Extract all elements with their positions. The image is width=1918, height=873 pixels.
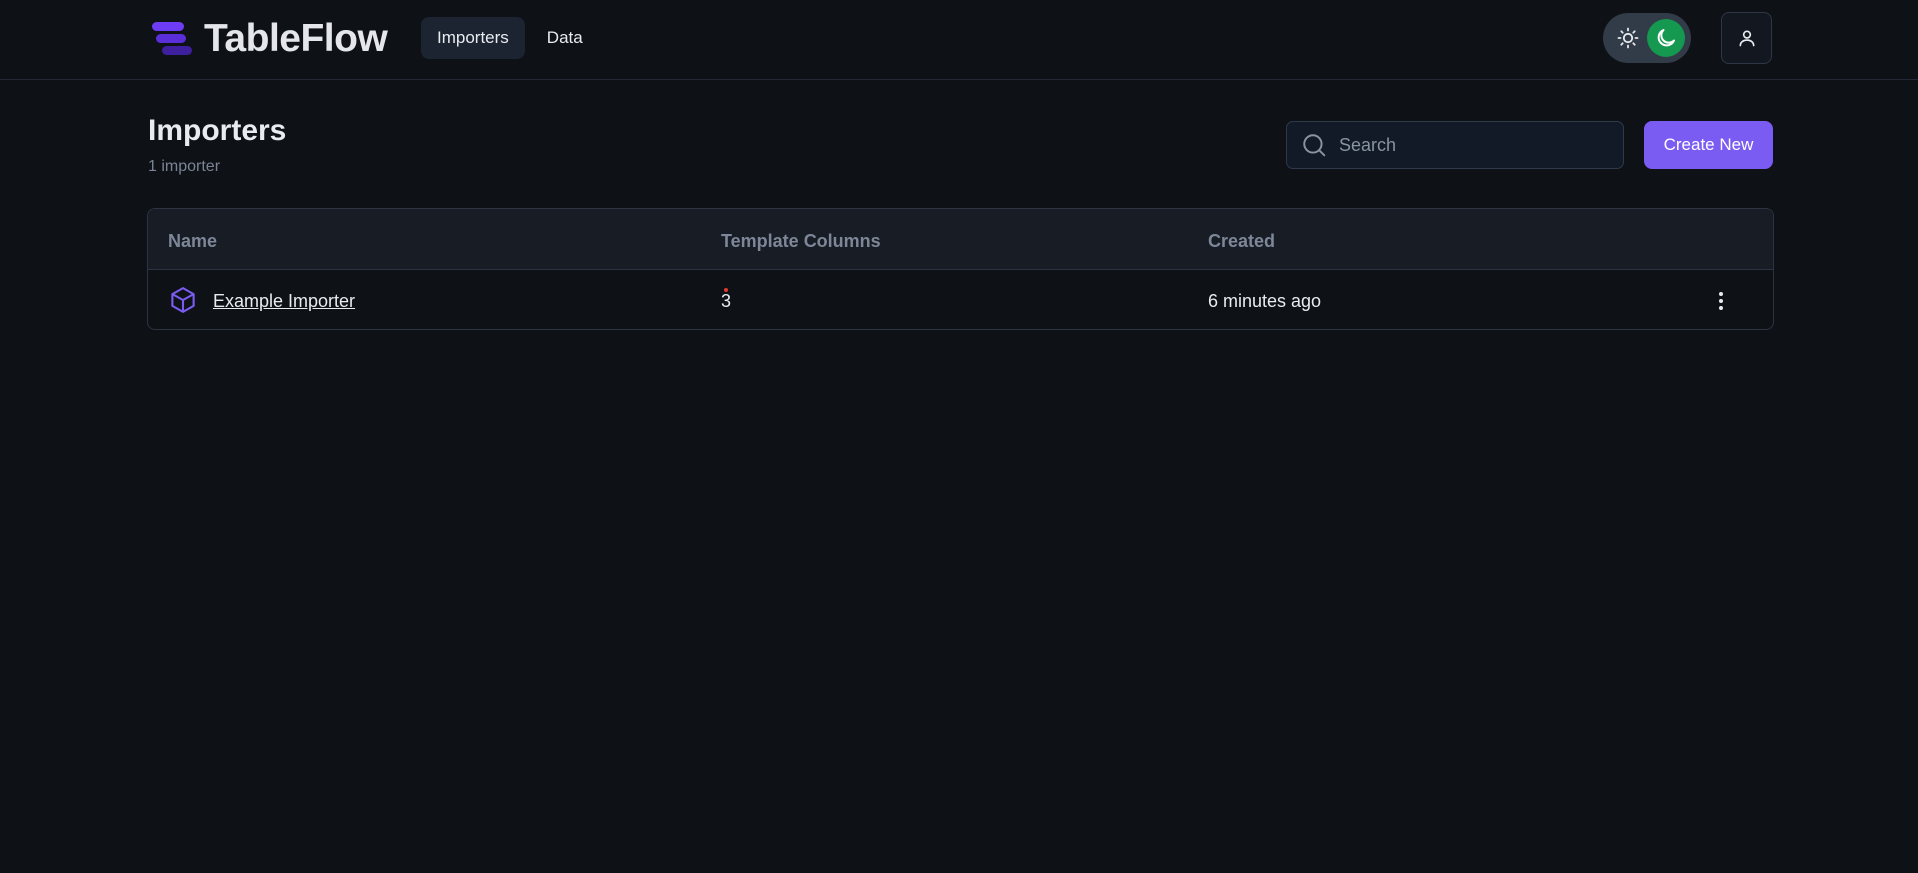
column-header-created[interactable]: Created xyxy=(1208,231,1275,252)
column-header-name[interactable]: Name xyxy=(168,231,217,252)
search-box xyxy=(1286,121,1624,169)
moon-icon xyxy=(1647,19,1685,57)
sun-icon xyxy=(1617,27,1639,49)
importers-table: Name Template Columns Created Example Im… xyxy=(147,208,1774,330)
table-row[interactable]: Example Importer 3 6 minutes ago xyxy=(148,270,1773,329)
theme-toggle[interactable] xyxy=(1603,13,1691,63)
user-menu-button[interactable] xyxy=(1721,12,1772,64)
created-value: 6 minutes ago xyxy=(1208,291,1322,311)
main-nav: Importers Data xyxy=(421,17,605,59)
page-title: Importers xyxy=(148,114,287,147)
user-icon xyxy=(1739,30,1754,47)
importer-count: 1 importer xyxy=(148,158,221,175)
template-columns-value: 3 xyxy=(721,291,732,311)
create-new-button[interactable]: Create New xyxy=(1644,121,1773,169)
search-input[interactable] xyxy=(1339,134,1599,156)
row-actions-kebab-icon[interactable] xyxy=(1708,288,1734,314)
logo-mark-icon xyxy=(150,19,196,59)
top-navigation-bar: TableFlow Importers Data xyxy=(0,0,1918,80)
nav-item-data[interactable]: Data xyxy=(531,17,599,59)
template-columns-cell: 3 xyxy=(721,288,732,312)
brand-name: TableFlow xyxy=(204,17,388,60)
cube-icon xyxy=(171,287,195,313)
notification-dot xyxy=(724,288,728,292)
brand-logo[interactable]: TableFlow xyxy=(150,17,388,60)
importer-name-link[interactable]: Example Importer xyxy=(213,291,355,312)
table-header: Name Template Columns Created xyxy=(148,209,1773,270)
search-icon xyxy=(1303,134,1326,157)
column-header-template-columns[interactable]: Template Columns xyxy=(721,231,881,252)
nav-item-importers[interactable]: Importers xyxy=(421,17,525,59)
